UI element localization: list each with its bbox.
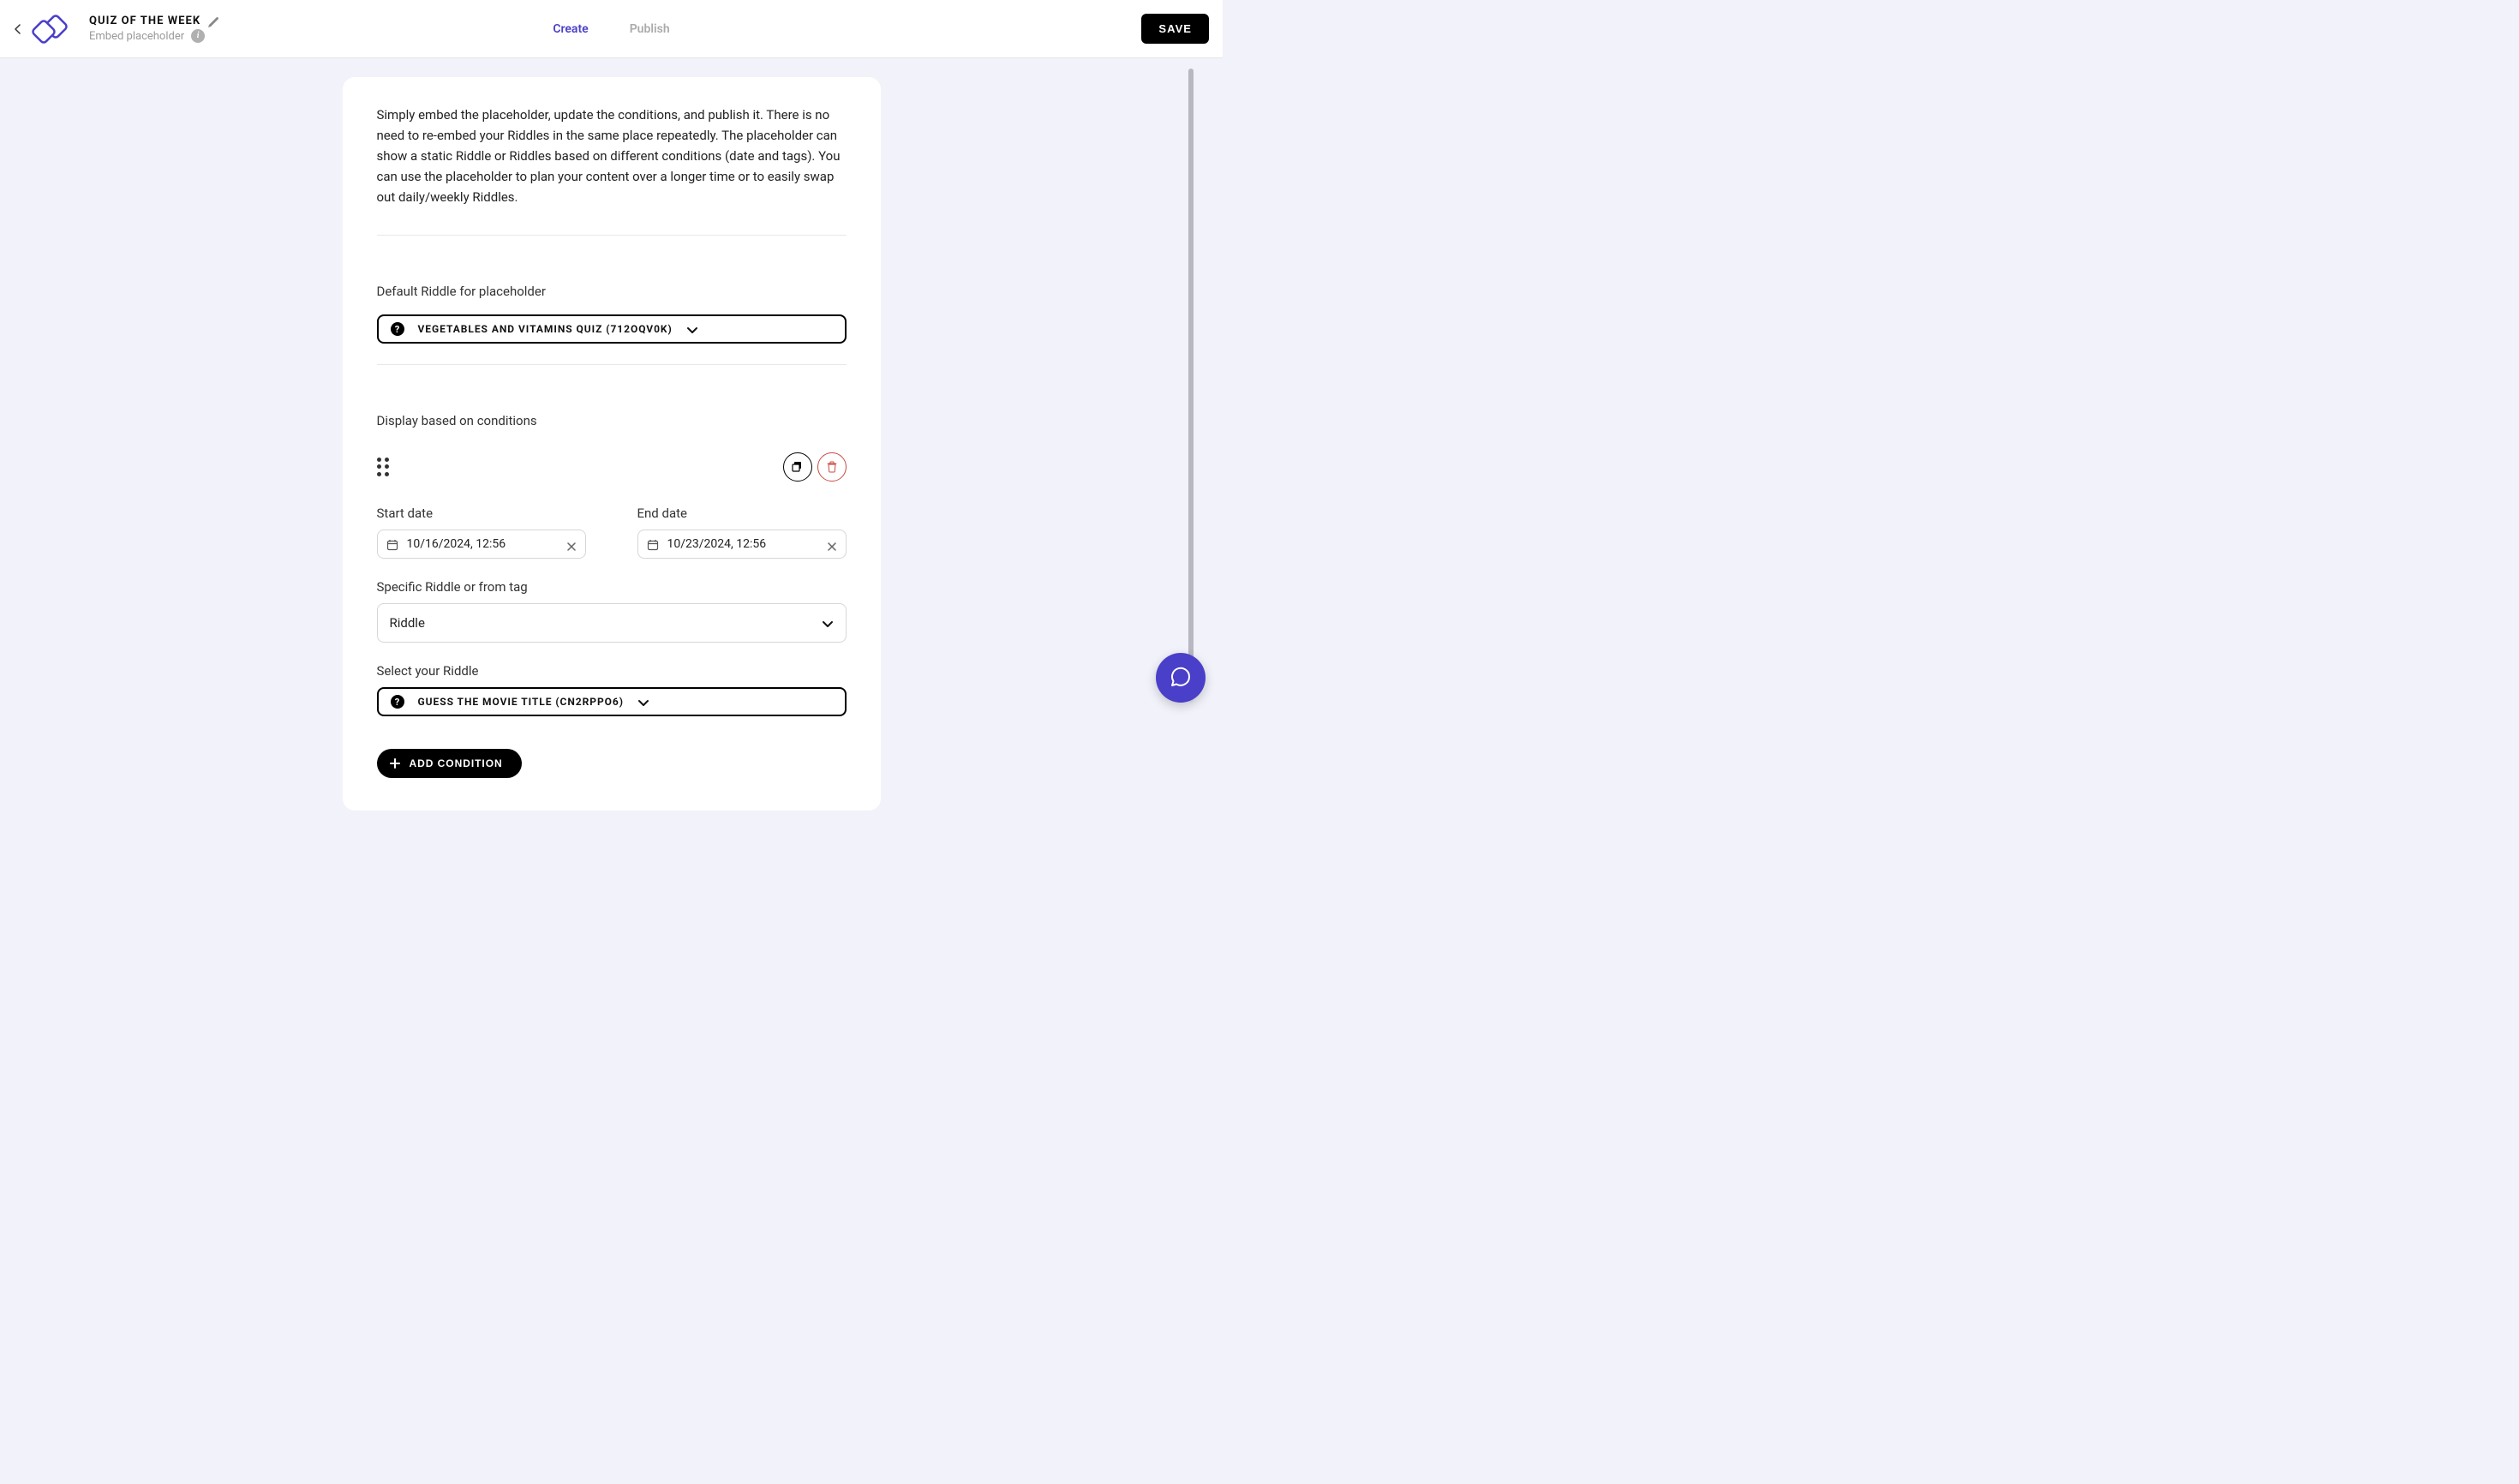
date-row: Start date 10/16/2024, 12:56 End date xyxy=(377,506,847,559)
select-riddle-value: GUESS THE MOVIE TITLE (CN2RPPO6) xyxy=(418,696,624,708)
default-riddle-label: Default Riddle for placeholder xyxy=(377,284,847,299)
select-riddle-select[interactable]: ? GUESS THE MOVIE TITLE (CN2RPPO6) xyxy=(377,687,847,716)
card: Simply embed the placeholder, update the… xyxy=(343,77,881,811)
question-icon: ? xyxy=(391,695,404,709)
delete-condition-button[interactable] xyxy=(817,452,847,482)
header-text-block: QUIZ OF THE WEEK Embed placeholder i xyxy=(89,15,219,44)
logo[interactable] xyxy=(31,12,79,46)
specific-riddle-dropdown[interactable]: Riddle xyxy=(377,603,847,643)
select-riddle-label: Select your Riddle xyxy=(377,663,847,679)
drag-handle-icon[interactable] xyxy=(377,458,391,476)
page-subtitle: Embed placeholder xyxy=(89,30,184,44)
condition-header xyxy=(377,452,847,482)
select-riddle-section: Select your Riddle ? GUESS THE MOVIE TIT… xyxy=(377,663,847,716)
tab-publish[interactable]: Publish xyxy=(626,15,673,43)
end-date-input[interactable]: 10/23/2024, 12:56 xyxy=(637,530,847,559)
start-date-input[interactable]: 10/16/2024, 12:56 xyxy=(377,530,586,559)
back-chevron-icon[interactable] xyxy=(7,19,27,39)
add-condition-button[interactable]: ADD CONDITION xyxy=(377,749,522,778)
condition-block: Start date 10/16/2024, 12:56 End date xyxy=(377,452,847,778)
tabs: Create Publish xyxy=(549,15,673,43)
plus-icon xyxy=(389,757,401,769)
header: QUIZ OF THE WEEK Embed placeholder i Cre… xyxy=(0,0,1223,58)
question-icon: ? xyxy=(391,322,404,336)
chat-icon xyxy=(1170,667,1192,689)
add-condition-label: ADD CONDITION xyxy=(410,757,503,769)
clear-start-date-icon[interactable] xyxy=(566,539,577,549)
edit-title-icon[interactable] xyxy=(207,15,219,27)
specific-label: Specific Riddle or from tag xyxy=(377,579,847,595)
default-riddle-select[interactable]: ? VEGETABLES AND VITAMINS QUIZ (712OQV0K… xyxy=(377,314,847,344)
specific-riddle-value: Riddle xyxy=(390,615,822,631)
start-date-value: 10/16/2024, 12:56 xyxy=(407,537,558,551)
specific-section: Specific Riddle or from tag Riddle xyxy=(377,579,847,643)
end-date-value: 10/23/2024, 12:56 xyxy=(667,537,818,551)
conditions-label: Display based on conditions xyxy=(377,413,847,428)
chevron-down-icon xyxy=(822,617,834,629)
end-date-label: End date xyxy=(637,506,847,521)
chat-button[interactable] xyxy=(1156,653,1206,703)
page-title: QUIZ OF THE WEEK xyxy=(89,15,200,28)
chevron-down-icon xyxy=(637,696,649,708)
duplicate-condition-button[interactable] xyxy=(783,452,812,482)
start-date-col: Start date 10/16/2024, 12:56 xyxy=(377,506,586,559)
save-button[interactable]: SAVE xyxy=(1141,14,1209,44)
calendar-icon xyxy=(647,538,659,550)
intro-text: Simply embed the placeholder, update the… xyxy=(377,105,847,207)
calendar-icon xyxy=(386,538,398,550)
end-date-col: End date 10/23/2024, 12:56 xyxy=(637,506,847,559)
divider xyxy=(377,235,847,236)
default-riddle-value: VEGETABLES AND VITAMINS QUIZ (712OQV0K) xyxy=(418,323,673,335)
chevron-down-icon xyxy=(686,323,698,335)
tab-create[interactable]: Create xyxy=(549,15,591,43)
start-date-label: Start date xyxy=(377,506,586,521)
info-icon[interactable]: i xyxy=(191,29,205,43)
content-area: Simply embed the placeholder, update the… xyxy=(0,77,1223,811)
scrollbar[interactable] xyxy=(1188,69,1194,703)
clear-end-date-icon[interactable] xyxy=(827,539,837,549)
divider xyxy=(377,364,847,365)
scrollbar-thumb[interactable] xyxy=(1188,69,1194,668)
